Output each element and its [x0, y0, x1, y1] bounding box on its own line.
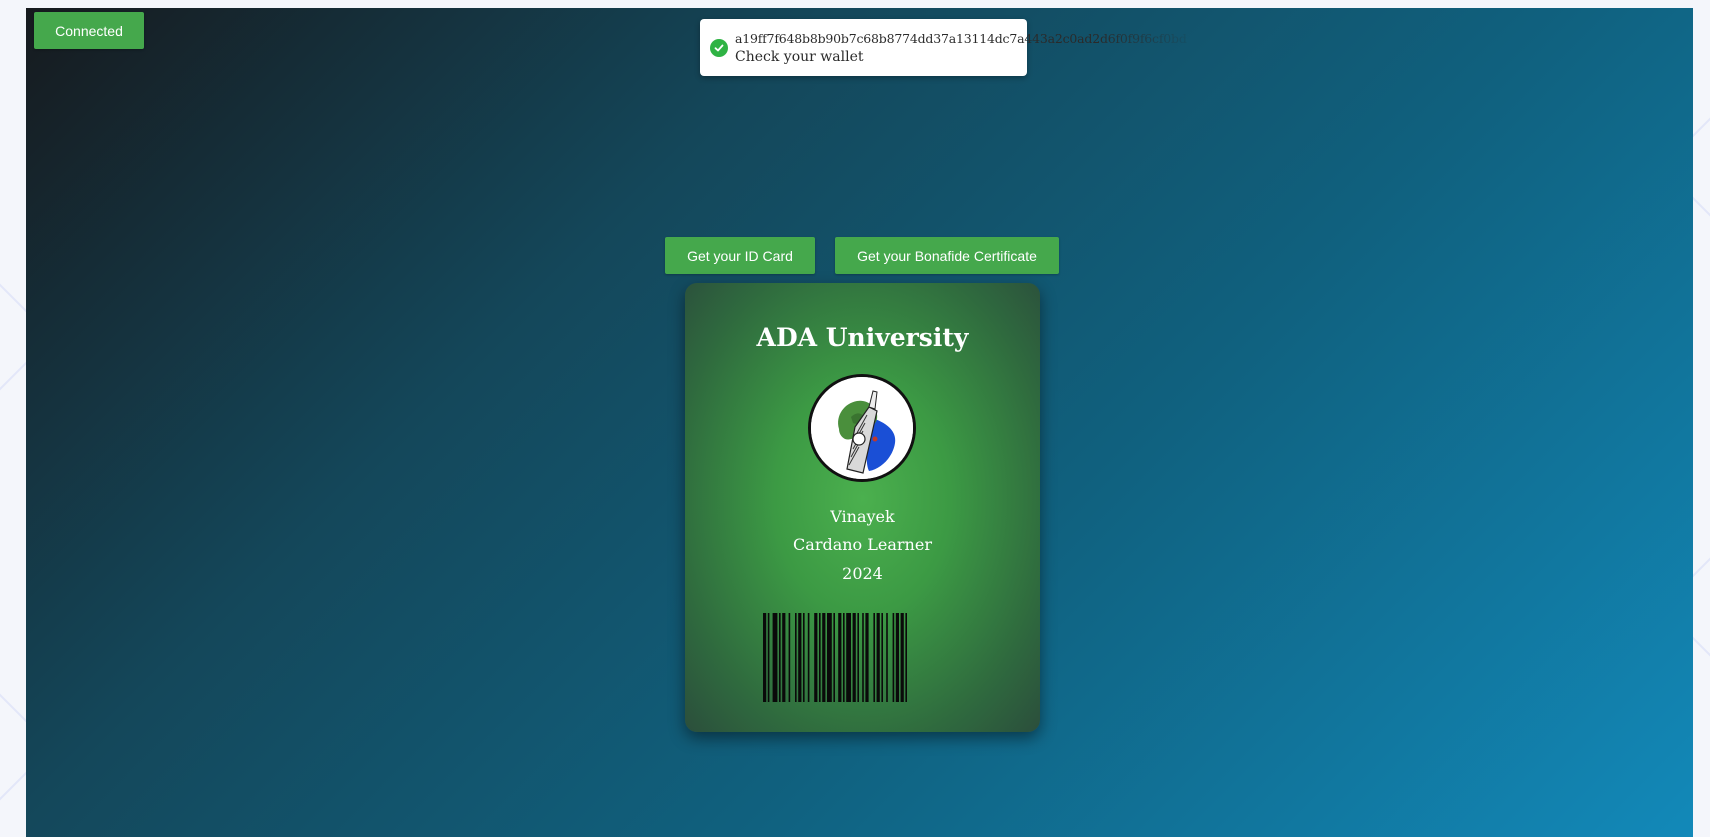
barcode-bar — [822, 613, 826, 702]
barcode-bar — [795, 613, 797, 702]
barcode-bar — [900, 613, 904, 702]
barcode-bar — [892, 613, 895, 702]
barcode-icon — [763, 613, 907, 702]
barcode-bar — [873, 613, 875, 702]
get-certificate-button[interactable]: Get your Bonafide Certificate — [835, 237, 1059, 274]
university-title: ADA University — [756, 323, 969, 352]
barcode-bar — [767, 613, 770, 702]
barcode-bar — [833, 613, 835, 702]
holder-role: Cardano Learner — [793, 535, 932, 554]
wallet-connected-button[interactable]: Connected — [34, 12, 144, 49]
toast-message: Check your wallet — [735, 49, 864, 65]
barcode-bar — [862, 613, 864, 702]
barcode-bar — [763, 613, 767, 702]
barcode-bar — [838, 613, 842, 702]
barcode-bar — [772, 613, 778, 702]
barcode-bar — [803, 613, 805, 702]
barcode-bar — [846, 613, 851, 702]
card-year: 2024 — [842, 564, 883, 583]
transaction-hash: a19ff7f648b8b90b7c68b8774dd37a13114dc7a4… — [735, 31, 1187, 46]
barcode-bar — [814, 613, 818, 702]
barcode-bar — [807, 613, 810, 702]
barcode-bar — [865, 613, 869, 702]
check-circle-icon — [710, 39, 728, 57]
barcode-bar — [852, 613, 856, 702]
app-viewport: Connected a19ff7f648b8b90b7c68b8774dd37a… — [26, 8, 1693, 837]
holder-name: Vinayek — [830, 507, 895, 526]
barcode-bar — [843, 613, 845, 702]
barcode-bar — [819, 613, 821, 702]
barcode-bar — [881, 613, 883, 702]
transaction-toast[interactable]: a19ff7f648b8b90b7c68b8774dd37a13114dc7a4… — [700, 19, 1187, 76]
id-card: ADA University Vinayek Cardano Learner 2… — [685, 283, 1040, 732]
barcode-bar — [905, 613, 907, 702]
avatar — [808, 374, 916, 482]
barcode-bar — [798, 613, 802, 702]
barcode-bar — [782, 613, 786, 702]
barcode-bar — [788, 613, 791, 702]
barcode-bar — [779, 613, 781, 702]
barcode-bar — [886, 613, 888, 702]
get-id-card-button[interactable]: Get your ID Card — [665, 237, 815, 274]
avatar-illustration — [811, 377, 913, 479]
barcode-bar — [827, 613, 832, 702]
barcode-bar — [857, 613, 859, 702]
barcode-bar — [895, 613, 899, 702]
barcode-bar — [876, 613, 880, 702]
